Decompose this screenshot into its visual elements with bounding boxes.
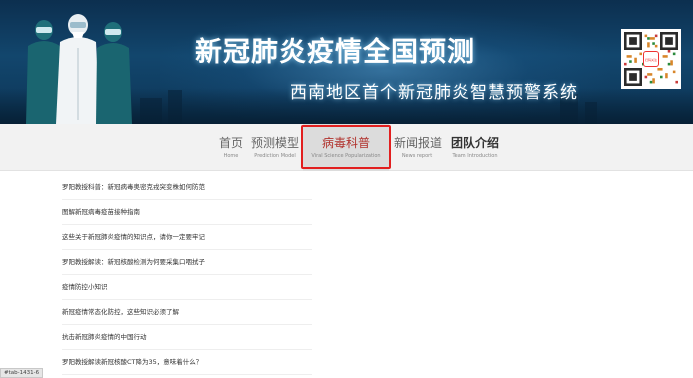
banner-title: 新冠肺炎疫情全国预测 xyxy=(195,37,475,68)
nav-item-sublabel: Team Introduction xyxy=(452,153,498,159)
status-url-hint: #tab-1431-6 xyxy=(0,368,44,378)
article-link[interactable]: 罗阳教授解读：新冠核酸检测为何要采集口咽拭子 xyxy=(62,250,312,275)
article-link[interactable]: 这些关于新冠肺炎疫情的知识点，请你一定要牢记 xyxy=(62,225,312,250)
nav-item-news[interactable]: 新闻报道 News report xyxy=(394,124,443,171)
nav-item-team[interactable]: 团队介绍 Team Introduction xyxy=(448,124,502,171)
article-link[interactable]: 罗阳教授科普：新冠病毒奥密克戎突变株如何防范 xyxy=(62,175,312,200)
nav-item-sublabel: Home xyxy=(223,153,239,159)
nav-item-virus-science[interactable]: 病毒科普 Viral Science Popularization xyxy=(303,124,389,171)
nav-item-label: 首页 xyxy=(218,136,243,150)
qr-code[interactable]: 扫码关注 xyxy=(621,29,681,89)
medical-workers-illustration xyxy=(26,14,132,124)
nav-item-label: 新闻报道 xyxy=(394,136,443,150)
main-nav: 首页 Home 预测模型 Prediction Model 病毒科普 Viral… xyxy=(0,124,693,171)
article-list: 罗阳教授科普：新冠病毒奥密克戎突变株如何防范 图解新冠病毒疫苗接种指南 这些关于… xyxy=(62,175,312,375)
nav-item-sublabel: News report xyxy=(401,153,433,159)
banner-subtitle: 西南地区首个新冠肺炎智慧预警系统 xyxy=(290,83,578,103)
article-link[interactable]: 新冠疫情常态化防控，这些知识必须了解 xyxy=(62,300,312,325)
nav-item-prediction-model[interactable]: 预测模型 Prediction Model xyxy=(250,124,300,171)
nav-item-label: 团队介绍 xyxy=(450,136,499,150)
header-banner: 新冠肺炎疫情全国预测 西南地区首个新冠肺炎智慧预警系统 扫码关注 xyxy=(0,0,693,124)
article-link[interactable]: 疫情防控小知识 xyxy=(62,275,312,300)
article-link[interactable]: 罗阳教授解读新冠核酸CT降为35，意味着什么？ xyxy=(62,350,312,375)
nav-item-home[interactable]: 首页 Home xyxy=(214,124,248,171)
page: 新冠肺炎疫情全国预测 西南地区首个新冠肺炎智慧预警系统 扫码关注 首页 Home… xyxy=(0,0,693,378)
qr-center-logo: 扫码关注 xyxy=(643,51,659,67)
article-link[interactable]: 抗击新冠肺炎疫情的中国行动 xyxy=(62,325,312,350)
article-link[interactable]: 图解新冠病毒疫苗接种指南 xyxy=(62,200,312,225)
nav-item-label: 预测模型 xyxy=(250,136,299,150)
nav-item-label: 病毒科普 xyxy=(321,136,370,150)
nav-item-sublabel: Viral Science Popularization xyxy=(311,153,381,159)
nav-item-sublabel: Prediction Model xyxy=(254,153,296,159)
